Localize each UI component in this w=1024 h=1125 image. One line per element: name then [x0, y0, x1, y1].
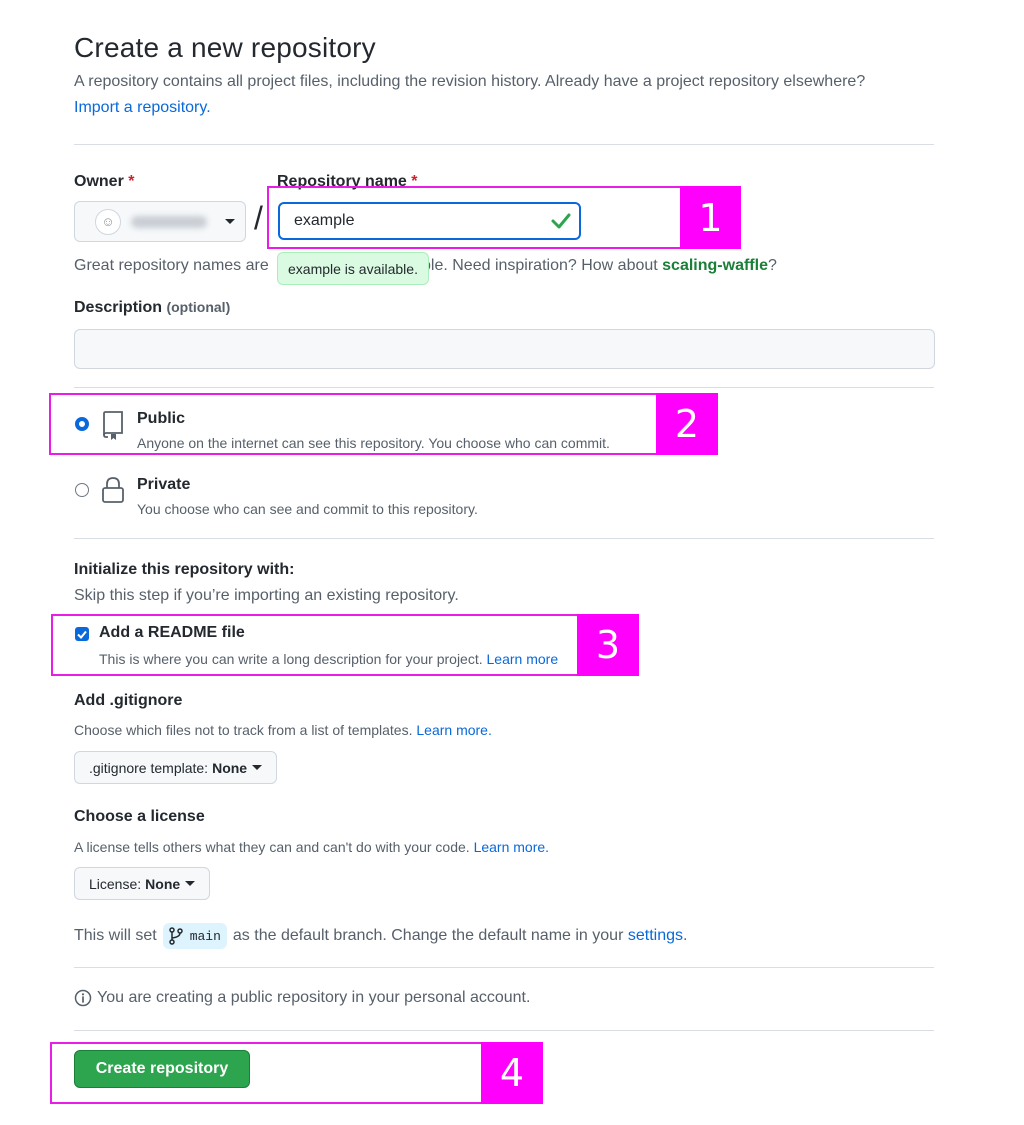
license-select-label: License:: [89, 875, 142, 892]
avatar: ☺: [95, 208, 121, 235]
annotation-box-2: [49, 393, 718, 455]
license-select-value: None: [145, 875, 181, 892]
hint-suffix: ?: [767, 257, 777, 274]
owner-name-redacted: [131, 215, 207, 228]
owner-select[interactable]: ☺: [74, 201, 246, 242]
license-title: Choose a license: [74, 808, 205, 825]
branch-name: main: [189, 928, 221, 944]
lock-icon: [102, 477, 124, 503]
branch-prefix: This will set: [74, 927, 157, 944]
annotation-box-4: [50, 1042, 543, 1104]
branch-suffix: .: [682, 927, 688, 944]
info-text: You are creating a public repository in …: [97, 989, 531, 1006]
caret-down-icon: [185, 881, 196, 886]
annotation-number-4: 4: [481, 1042, 543, 1104]
gitignore-learn-more-link[interactable]: Learn more.: [416, 722, 491, 738]
page-subtitle: A repository contains all project files,…: [74, 73, 866, 90]
caret-down-icon: [225, 219, 235, 224]
private-title: Private: [137, 476, 191, 493]
gitignore-desc-text: Choose which files not to track from a l…: [74, 722, 413, 738]
divider: [74, 1030, 934, 1031]
private-description: You choose who can see and commit to thi…: [137, 501, 478, 517]
suggested-name-link[interactable]: scaling-waffle: [662, 257, 768, 274]
caret-down-icon: [252, 765, 263, 770]
required-mark: *: [128, 173, 135, 190]
annotation-box-1: [267, 186, 741, 249]
git-branch-icon: [168, 927, 183, 945]
license-desc-text: A license tells others what they can and…: [74, 839, 470, 855]
divider: [74, 144, 934, 145]
branch-chip: main: [162, 923, 227, 949]
gitignore-title: Add .gitignore: [74, 692, 183, 709]
visibility-info: You are creating a public repository in …: [74, 989, 530, 1007]
license-description: A license tells others what they can and…: [74, 839, 549, 855]
gitignore-template-select[interactable]: .gitignore template: None: [74, 751, 278, 784]
default-branch-notice: This will set main as the default branch…: [74, 923, 687, 949]
gitignore-select-label: .gitignore template:: [89, 759, 209, 776]
description-label: Description (optional): [74, 299, 230, 317]
branch-text: as the default branch. Change the defaul…: [232, 927, 624, 944]
repo-name-hint: Great repository names are: [74, 257, 269, 274]
settings-link[interactable]: settings: [628, 927, 683, 945]
annotation-number-3: 3: [577, 614, 639, 676]
owner-label: Owner *: [74, 173, 134, 191]
repo-name-hint-continued: ple. Need inspiration? How about scaling…: [422, 257, 777, 275]
divider: [74, 967, 934, 968]
license-select[interactable]: License: None: [74, 867, 211, 900]
page-title: Create a new repository: [74, 32, 376, 63]
description-label-text: Description: [74, 299, 163, 316]
private-radio[interactable]: [75, 483, 89, 497]
annotation-box-3: [51, 614, 639, 676]
optional-tag: (optional): [166, 299, 231, 315]
annotation-number-2: 2: [656, 393, 718, 455]
owner-label-text: Owner: [74, 173, 124, 190]
info-icon: [74, 989, 92, 1007]
import-repository-link[interactable]: Import a repository.: [74, 99, 211, 117]
divider: [74, 538, 934, 539]
license-learn-more-link[interactable]: Learn more.: [474, 839, 549, 855]
availability-tooltip: example is available.: [277, 252, 429, 285]
owner-repo-separator: /: [254, 200, 263, 236]
gitignore-description: Choose which files not to track from a l…: [74, 722, 492, 738]
description-input[interactable]: [74, 329, 935, 369]
init-title: Initialize this repository with:: [74, 561, 295, 578]
init-subtitle: Skip this step if you’re importing an ex…: [74, 587, 459, 604]
annotation-number-1: 1: [680, 186, 741, 249]
gitignore-select-value: None: [212, 759, 248, 776]
divider: [74, 387, 934, 388]
hint-text: ple. Need inspiration? How about: [422, 257, 658, 274]
